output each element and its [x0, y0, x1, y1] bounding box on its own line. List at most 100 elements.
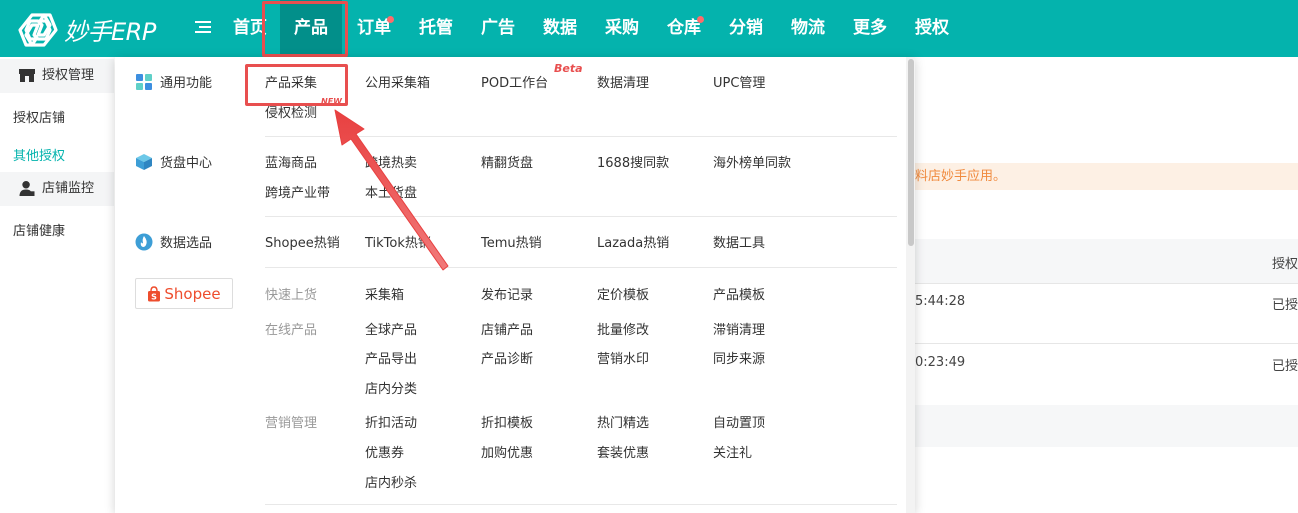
sidebar: 授权管理 授权店铺 其他授权 店铺监控 店铺健康	[0, 57, 114, 513]
link-add-on-deal[interactable]: 加购优惠	[481, 442, 533, 461]
category-label: 货盘中心	[160, 156, 213, 171]
nav-hosting[interactable]: 托管	[419, 0, 453, 57]
link-sync-source[interactable]: 同步来源	[713, 348, 765, 367]
divider	[265, 136, 897, 137]
link-overseas-ranking[interactable]: 海外榜单同款	[713, 152, 791, 171]
divider	[265, 267, 897, 268]
logo[interactable]: 妙手ERP	[18, 12, 156, 47]
link-shop-categories[interactable]: 店内分类	[365, 378, 417, 397]
link-refined-catalog[interactable]: 精翻货盘	[481, 152, 533, 171]
sidebar-group-label: 授权管理	[42, 68, 95, 83]
highlight-box-product-collect	[245, 64, 348, 106]
nav-purchase[interactable]: 采购	[605, 0, 639, 57]
warehouse-notification-dot	[697, 16, 704, 23]
link-publish-records[interactable]: 发布记录	[481, 284, 533, 303]
link-discount-template[interactable]: 折扣模板	[481, 412, 533, 431]
link-hot-picks[interactable]: 热门精选	[597, 412, 649, 431]
link-data-clean[interactable]: 数据清理	[597, 72, 649, 91]
link-slow-moving-cleanup[interactable]: 滞销清理	[713, 319, 765, 338]
svg-text:S: S	[152, 292, 158, 301]
link-shop-products[interactable]: 店铺产品	[481, 319, 533, 338]
sidebar-item-other-auth[interactable]: 其他授权	[13, 145, 65, 164]
table-header: 授权	[915, 239, 1298, 283]
category-data-selection: 数据选品	[135, 232, 212, 251]
divider	[915, 283, 1298, 284]
link-product-diagnosis[interactable]: 产品诊断	[481, 348, 533, 367]
link-global-products[interactable]: 全球产品	[365, 319, 417, 338]
row1-time: 5:44:28	[915, 294, 966, 309]
section-online-products: 在线产品	[265, 323, 318, 338]
notice-text: 料店妙手应用。	[915, 169, 1007, 184]
link-blue-ocean[interactable]: 蓝海商品	[265, 152, 317, 171]
sidebar-item-shop-health[interactable]: 店铺健康	[13, 220, 65, 239]
sidebar-group-auth-management[interactable]: 授权管理	[0, 59, 114, 93]
link-auto-bump[interactable]: 自动置顶	[713, 412, 765, 431]
link-pod-workbench[interactable]: POD工作台	[481, 72, 548, 91]
link-lazada-hot[interactable]: Lazada热销	[597, 232, 669, 251]
divider	[265, 504, 897, 505]
nav-logistics[interactable]: 物流	[791, 0, 825, 57]
menu-toggle-icon[interactable]	[195, 21, 211, 35]
link-bundle-deal[interactable]: 套装优惠	[597, 442, 649, 461]
orders-notification-dot	[387, 16, 394, 23]
nav-more[interactable]: 更多	[853, 0, 887, 57]
link-discount-activity[interactable]: 折扣活动	[365, 412, 417, 431]
link-coupons[interactable]: 优惠券	[365, 442, 404, 461]
link-product-export[interactable]: 产品导出	[365, 348, 417, 367]
divider	[265, 216, 897, 217]
flame-icon	[135, 233, 153, 250]
row2-time: 0:23:49	[915, 355, 966, 370]
logo-icon	[18, 12, 58, 47]
shopee-label: Shopee	[164, 284, 221, 303]
platform-shopee-button[interactable]: S Shopee	[135, 278, 233, 309]
link-public-collect-box[interactable]: 公用采集箱	[365, 72, 430, 91]
link-cross-border-hot[interactable]: 跨境热卖	[365, 152, 417, 171]
nav-ads[interactable]: 广告	[481, 0, 515, 57]
category-label: 通用功能	[160, 76, 213, 91]
link-1688-search[interactable]: 1688搜同款	[597, 152, 669, 171]
link-temu-hot[interactable]: Temu热销	[481, 232, 542, 251]
sidebar-group-label: 店铺监控	[42, 181, 95, 196]
link-pricing-template[interactable]: 定价模板	[597, 284, 649, 303]
highlight-box-nav-product	[262, 1, 348, 57]
cube-icon	[136, 153, 152, 170]
user-monitor-icon	[19, 181, 35, 196]
link-flash-sale[interactable]: 店内秒杀	[365, 472, 417, 491]
shopee-bag-icon: S	[148, 285, 161, 301]
table-footer	[915, 405, 1298, 447]
section-quick-listing: 快速上货	[265, 288, 318, 303]
nav-warehouse[interactable]: 仓库	[667, 0, 701, 57]
shop-icon	[19, 69, 35, 82]
link-industry-belt[interactable]: 跨境产业带	[265, 182, 330, 201]
scrollbar-thumb[interactable]	[908, 59, 914, 246]
dropdown-scrollbar[interactable]	[906, 57, 915, 513]
notice-banner: 料店妙手应用。	[915, 163, 1298, 190]
nav-distribution[interactable]: 分销	[729, 0, 763, 57]
nav-auth[interactable]: 授权	[915, 0, 949, 57]
nav-data[interactable]: 数据	[543, 0, 577, 57]
sidebar-item-auth-shop[interactable]: 授权店铺	[13, 107, 65, 126]
category-general: 通用功能	[135, 72, 212, 91]
link-upc-management[interactable]: UPC管理	[713, 72, 765, 91]
category-label: 数据选品	[160, 236, 213, 251]
product-dropdown-menu: 通用功能 产品采集 NEW 公用采集箱 POD工作台 Beta 数据清理 UPC…	[115, 57, 915, 513]
beta-badge: Beta	[554, 62, 583, 75]
category-sourcing: 货盘中心	[135, 152, 212, 171]
link-batch-edit[interactable]: 批量修改	[597, 319, 649, 338]
section-marketing: 营销管理	[265, 416, 318, 431]
link-marketing-watermark[interactable]: 营销水印	[597, 348, 649, 367]
grid-icon	[136, 73, 152, 90]
logo-text: 妙手ERP	[64, 18, 156, 46]
row1-status: 已授	[1272, 298, 1298, 313]
link-collect-box[interactable]: 采集箱	[365, 284, 404, 303]
link-product-template[interactable]: 产品模板	[713, 284, 765, 303]
link-data-tools[interactable]: 数据工具	[713, 232, 765, 251]
link-follow-prize[interactable]: 关注礼	[713, 442, 752, 461]
link-local-catalog[interactable]: 本土货盘	[365, 182, 417, 201]
link-shopee-hot[interactable]: Shopee热销	[265, 232, 340, 251]
table-header-auth: 授权	[1272, 257, 1298, 272]
sidebar-group-shop-monitor[interactable]: 店铺监控	[0, 172, 114, 206]
link-tiktok-hot[interactable]: TikTok热销	[365, 232, 431, 251]
nav-orders[interactable]: 订单	[357, 0, 391, 57]
row2-status: 已授	[1272, 359, 1298, 374]
